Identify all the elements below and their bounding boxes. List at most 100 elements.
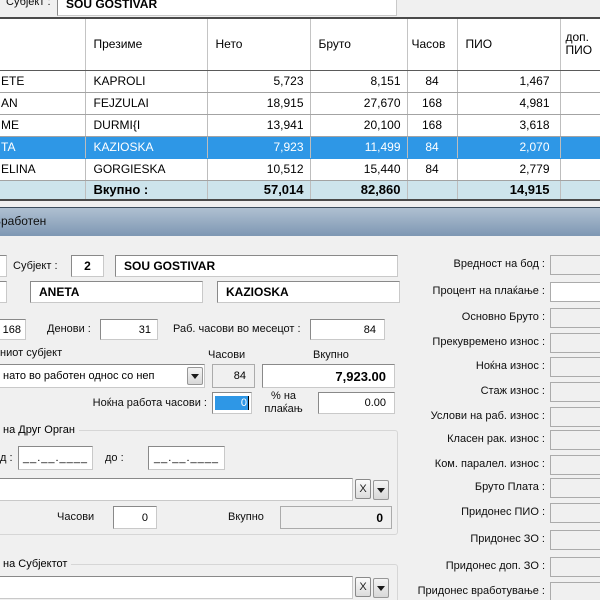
right-panel-field <box>550 530 600 550</box>
col-header-surname: Презиме <box>85 19 207 70</box>
employment-type-combobox[interactable]: нато во работен однос со неп <box>0 364 205 388</box>
right-panel-label: Ноќна износ : <box>408 360 545 372</box>
table-row[interactable]: ME DURMI{I 13,941 20,100 168 3,618 <box>0 114 600 136</box>
clear-x-icon: X <box>359 483 366 495</box>
selected-text: 0 <box>215 396 249 410</box>
clipped-field-sliver <box>0 281 7 303</box>
col-header-net: Нето <box>207 19 310 70</box>
employment-type-dropdown-button[interactable] <box>187 367 203 385</box>
night-work-input[interactable]: 0 <box>212 392 252 414</box>
total-gross: 82,860 <box>310 180 407 199</box>
right-panel-label: Прекувремено износ : <box>408 336 545 348</box>
total-column-header: Вкупно <box>313 349 349 361</box>
date-to-label: до : <box>105 452 124 464</box>
right-panel-label: Придонес ПИО : <box>408 506 545 518</box>
table-header-row: Презиме Нето Бруто Часов ПИО доп.ПИО <box>0 19 600 70</box>
table-row[interactable]: AN FEJZULAI 18,915 27,670 168 4,981 <box>0 92 600 114</box>
right-panel-field <box>550 582 600 600</box>
right-panel-field <box>550 407 600 427</box>
right-panel-field <box>550 308 600 328</box>
top-subject-name-value: SOU GOSTIVAR <box>66 0 157 11</box>
tab-employee[interactable]: Вработен <box>0 214 46 228</box>
right-panel-label: Основно Бруто : <box>408 311 545 323</box>
chevron-down-icon <box>377 488 385 493</box>
other-org-combobox[interactable] <box>0 478 353 501</box>
top-subject-strip: Субјект : SOU GOSTIVAR <box>0 0 600 17</box>
right-panel-label: Класен рак. износ : <box>408 433 545 445</box>
employment-type-value: нато во работен однос со неп <box>3 370 155 382</box>
right-panel-label: Ком. паралел. износ : <box>408 458 545 470</box>
right-panel-label: Придонес ЗО : <box>408 533 545 545</box>
right-panel-field <box>550 357 600 377</box>
right-panel-field[interactable] <box>550 282 600 302</box>
subject-label: Субјект : <box>13 260 58 272</box>
table-row[interactable]: ELINA GORGIESKA 10,512 15,440 84 2,779 <box>0 158 600 180</box>
subject-groupbox-title: на Субјектот <box>0 558 71 570</box>
type-total-field: 7,923.00 <box>262 364 395 388</box>
last-name-field[interactable]: KAZIOSKA <box>217 281 400 303</box>
right-panel-field <box>550 455 600 475</box>
pct-pay-label: % наплаќањ <box>255 390 312 416</box>
subject-combobox[interactable] <box>0 576 353 599</box>
date-from-field[interactable]: __.__.____ <box>18 446 93 470</box>
subject-name-field[interactable]: SOU GOSTIVAR <box>115 255 398 277</box>
type-hours-field: 84 <box>212 364 255 388</box>
total-net: 57,014 <box>207 180 310 199</box>
hours-column-header: Часови <box>208 349 245 361</box>
right-panel-label: Процент на плаќање : <box>408 285 545 297</box>
col-header-pio: ПИО <box>457 19 560 70</box>
subject-code-field[interactable]: 2 <box>71 255 104 277</box>
col-header-hours: Часов <box>407 19 457 70</box>
table-total-row: Вкупно : 57,014 82,860 14,915 <box>0 180 600 199</box>
chevron-down-icon <box>191 374 199 379</box>
col-header-dop-pio: доп.ПИО <box>560 19 600 70</box>
right-panel-field <box>550 255 600 275</box>
right-panel-field <box>550 382 600 402</box>
employee-table: Презиме Нето Бруто Часов ПИО доп.ПИО ETE… <box>0 17 600 201</box>
clipped-field-sliver <box>0 255 7 277</box>
month-hours-label: Раб. часови во месецот : <box>173 323 301 335</box>
subject-clear-button[interactable]: X <box>355 577 371 597</box>
top-subject-name-field[interactable]: SOU GOSTIVAR <box>57 0 397 16</box>
other-org-total-field: 0 <box>280 506 392 529</box>
days-field[interactable]: 31 <box>100 319 158 340</box>
right-panel-label: Вредност на бод : <box>408 258 545 270</box>
total-pio: 14,915 <box>457 180 560 199</box>
right-panel-label: Придонес доп. ЗО : <box>408 560 545 572</box>
right-panel-field <box>550 333 600 353</box>
right-panel-field <box>550 503 600 523</box>
other-org-dropdown-button[interactable] <box>373 480 389 500</box>
table-row[interactable]: ETE KAPROLI 5,723 8,151 84 1,467 <box>0 70 600 92</box>
hours-168-field[interactable]: 168 <box>0 319 26 340</box>
days-label: Денови : <box>47 323 91 335</box>
clear-x-icon: X <box>359 581 366 593</box>
right-panel-label: Придонес вработување : <box>408 585 545 597</box>
top-subject-label: Субјект : <box>6 0 51 8</box>
right-panel-field <box>550 430 600 450</box>
month-hours-field[interactable]: 84 <box>310 319 385 340</box>
other-org-total-label: Вкупно <box>228 511 264 523</box>
right-panel-label: Услови на раб. износ : <box>408 410 545 422</box>
pct-pay-field[interactable]: 0.00 <box>318 392 395 414</box>
right-panel-field <box>550 478 600 498</box>
other-org-hours-label: Часови <box>57 511 94 523</box>
date-from-label: д : <box>0 452 13 464</box>
right-panel-label: Бруто Плата : <box>408 481 545 493</box>
other-org-clear-button[interactable]: X <box>355 479 371 499</box>
other-org-hours-field[interactable]: 0 <box>113 506 157 529</box>
first-name-field[interactable]: ANETA <box>30 281 203 303</box>
chevron-down-icon <box>377 586 385 591</box>
subject-dropdown-button[interactable] <box>373 578 389 598</box>
clipped-subject-label: ниот субјект <box>0 347 62 359</box>
right-panel-field <box>550 557 600 577</box>
table-row-selected[interactable]: TA KAZIOSKA 7,923 11,499 84 2,070 <box>0 136 600 158</box>
night-work-label: Ноќна работа часови : <box>70 397 207 409</box>
tab-bar: Вработен <box>0 207 600 236</box>
total-label: Вкупно : <box>85 180 207 199</box>
col-header-gross: Бруто <box>310 19 407 70</box>
date-to-field[interactable]: __.__.____ <box>148 446 225 470</box>
other-org-title: на Друг Орган <box>0 424 79 436</box>
payroll-app-window: Субјект : SOU GOSTIVAR Презиме Нето Брут… <box>0 0 600 600</box>
right-panel-label: Стаж износ : <box>408 385 545 397</box>
col-header-name <box>0 19 85 70</box>
